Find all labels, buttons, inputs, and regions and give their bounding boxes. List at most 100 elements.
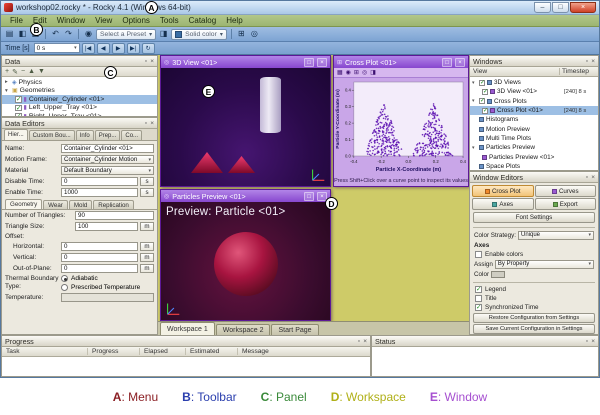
out-of-plane-field[interactable]: 0	[61, 264, 138, 273]
particles-preview-viewport[interactable]: Preview: Particle <01>	[161, 202, 330, 320]
paint-icon[interactable]: ◨	[158, 28, 169, 40]
windows-tree-item-cross-plot-01[interactable]: ✓ Cross Plot <01> [240] 8 s	[470, 106, 598, 115]
disable-time-unit[interactable]: s	[140, 177, 154, 186]
tree-item-container-cylinder[interactable]: ✓ ▮ Container_Cylinder <01>	[2, 95, 157, 104]
title-row[interactable]: Title	[470, 294, 598, 303]
num-triangles-field[interactable]: 90	[75, 211, 154, 220]
target-icon[interactable]: ◎	[249, 28, 260, 40]
save-configuration-button[interactable]: Save Current Configuration in Settings	[473, 324, 595, 334]
triangle-size-field[interactable]: 100	[75, 222, 138, 231]
grid-icon[interactable]: ⊞	[236, 28, 247, 40]
menu-options[interactable]: Options	[117, 16, 155, 25]
remove-icon[interactable]: −	[21, 68, 25, 75]
menu-help[interactable]: Help	[221, 16, 247, 25]
menu-catalog[interactable]: Catalog	[184, 16, 222, 25]
menu-file[interactable]: File	[5, 16, 28, 25]
cross-plot-editor-button[interactable]: Cross Plot	[472, 185, 534, 197]
save-icon[interactable]: ▦	[337, 69, 343, 76]
subtab-geometry[interactable]: Geometry	[5, 199, 42, 209]
windows-tree-item-cross-plots[interactable]: ▾ ✓ Cross Plots	[470, 97, 598, 106]
export-button[interactable]: Export	[535, 198, 597, 210]
maximize-icon[interactable]: □	[304, 58, 314, 67]
close-icon[interactable]: ×	[150, 120, 154, 127]
checkbox-checked[interactable]: ✓	[475, 286, 482, 293]
disable-time-field[interactable]: 0	[61, 177, 138, 186]
checkbox-checked[interactable]: ✓	[475, 304, 482, 311]
restore-configuration-button[interactable]: Restore Configuration from Settings	[473, 313, 595, 323]
curves-button[interactable]: Curves	[535, 185, 597, 197]
float-panel-icon[interactable]: ▫	[586, 58, 588, 65]
vertical-unit[interactable]: m	[140, 253, 154, 262]
float-panel-icon[interactable]: ▫	[586, 338, 588, 345]
loop-button[interactable]: ↻	[142, 43, 155, 54]
menu-view[interactable]: View	[90, 16, 117, 25]
particles-preview-titlebar[interactable]: ◎ Particles Preview <01> □ ×	[161, 190, 330, 202]
subtab-wear[interactable]: Wear	[43, 200, 68, 209]
float-panel-icon[interactable]: ▫	[358, 338, 360, 345]
maximize-icon[interactable]: □	[304, 192, 314, 201]
horizontal-unit[interactable]: m	[140, 242, 154, 251]
expand-icon[interactable]: ▸	[5, 79, 10, 85]
paint-icon[interactable]: ◨	[370, 69, 376, 76]
maximize-button[interactable]: □	[552, 2, 569, 13]
synchronized-time-row[interactable]: ✓ Synchronized Time	[470, 303, 598, 312]
tab-co[interactable]: Co...	[121, 130, 142, 140]
vertical-field[interactable]: 0	[61, 253, 138, 262]
view3d-titlebar[interactable]: ◎ 3D View <01> □ ×	[161, 56, 330, 68]
preset-dropdown[interactable]: Select a Preset ▾	[96, 29, 156, 40]
checkbox-unchecked[interactable]	[475, 295, 482, 302]
maximize-icon[interactable]: □	[442, 58, 452, 67]
checkbox-checked[interactable]: ✓	[482, 108, 488, 114]
windows-tree-item-multi-time-plots[interactable]: Multi Time Plots	[470, 134, 598, 143]
checkbox-checked[interactable]: ✓	[479, 80, 485, 86]
snapshot-icon[interactable]: ◉	[83, 28, 94, 40]
prescribed-temperature-radio-row[interactable]: Prescribed Temperature	[61, 284, 140, 291]
tab-custom-boundary[interactable]: Custom Bou...	[29, 130, 75, 140]
windows-tree-item-3d-views[interactable]: ▾ ✓ 3D Views	[470, 78, 598, 87]
color-strategy-select[interactable]: Unique ▾	[518, 231, 594, 240]
close-icon[interactable]: ×	[591, 58, 595, 65]
close-icon[interactable]: ×	[455, 58, 465, 67]
time-input[interactable]: 0 s ▾	[34, 43, 80, 53]
close-icon[interactable]: ×	[591, 174, 595, 181]
collapse-icon[interactable]: ▾	[472, 98, 477, 104]
adiabatic-radio-row[interactable]: Adiabatic	[61, 275, 140, 282]
tab-start-page[interactable]: Start Page	[271, 324, 318, 335]
enable-time-unit[interactable]: s	[140, 188, 154, 197]
triangle-size-unit[interactable]: m	[140, 222, 154, 231]
redo-icon[interactable]: ↷	[63, 28, 74, 40]
tab-workspace-1[interactable]: Workspace 1	[160, 322, 215, 335]
step-back-button[interactable]: ◀	[97, 43, 110, 54]
skip-start-button[interactable]: |◀	[82, 43, 95, 54]
out-of-plane-unit[interactable]: m	[140, 264, 154, 273]
cross-plot-svg[interactable]: -0.4-0.20.00.20.40.00.10.20.30.4Particle…	[334, 78, 468, 176]
name-field[interactable]: Container_Cylinder <01>	[61, 144, 154, 153]
open-file-icon[interactable]: ◧	[17, 28, 28, 40]
collapse-icon[interactable]: ▾	[472, 80, 477, 86]
float-panel-icon[interactable]: ▫	[145, 58, 147, 65]
edit-icon[interactable]: ✎	[12, 68, 18, 76]
collapse-icon[interactable]: ▾	[5, 88, 10, 94]
motion-frame-select[interactable]: Container_Cylinder Motion ▾	[61, 155, 154, 164]
color-dropdown[interactable]: Solid color ▾	[171, 29, 227, 40]
grid-icon[interactable]: ⊞	[354, 69, 359, 76]
play-button[interactable]: ▶	[112, 43, 125, 54]
skip-end-button[interactable]: ▶|	[127, 43, 140, 54]
checkbox-unchecked[interactable]	[475, 251, 482, 258]
windows-tree-item-motion-preview[interactable]: Motion Preview	[470, 124, 598, 133]
tab-info[interactable]: Info	[76, 130, 94, 140]
material-select[interactable]: Default Boundary ▾	[61, 166, 154, 175]
windows-tree-item-particles-preview[interactable]: ▾ Particles Preview	[470, 143, 598, 152]
move-down-icon[interactable]: ▼	[38, 68, 45, 75]
radio-checked[interactable]	[61, 275, 68, 282]
font-settings-button[interactable]: Font Settings	[473, 212, 595, 223]
undo-icon[interactable]: ↶	[50, 28, 61, 40]
tree-item-left-upper-tray[interactable]: ✓ ▮ Left_Upper_Tray <01>	[2, 104, 157, 113]
move-up-icon[interactable]: ▲	[28, 68, 35, 75]
cross-plot-titlebar[interactable]: ⊞ Cross Plot <01> □ ×	[334, 56, 468, 68]
windows-tree-item-3d-view-01[interactable]: ✓ 3D View <01> [240] 8 s	[470, 87, 598, 96]
close-icon[interactable]: ×	[150, 58, 154, 65]
new-file-icon[interactable]: ▤	[4, 28, 15, 40]
enable-colors-row[interactable]: Enable colors	[470, 250, 598, 259]
axes-button[interactable]: Axes	[472, 198, 534, 210]
